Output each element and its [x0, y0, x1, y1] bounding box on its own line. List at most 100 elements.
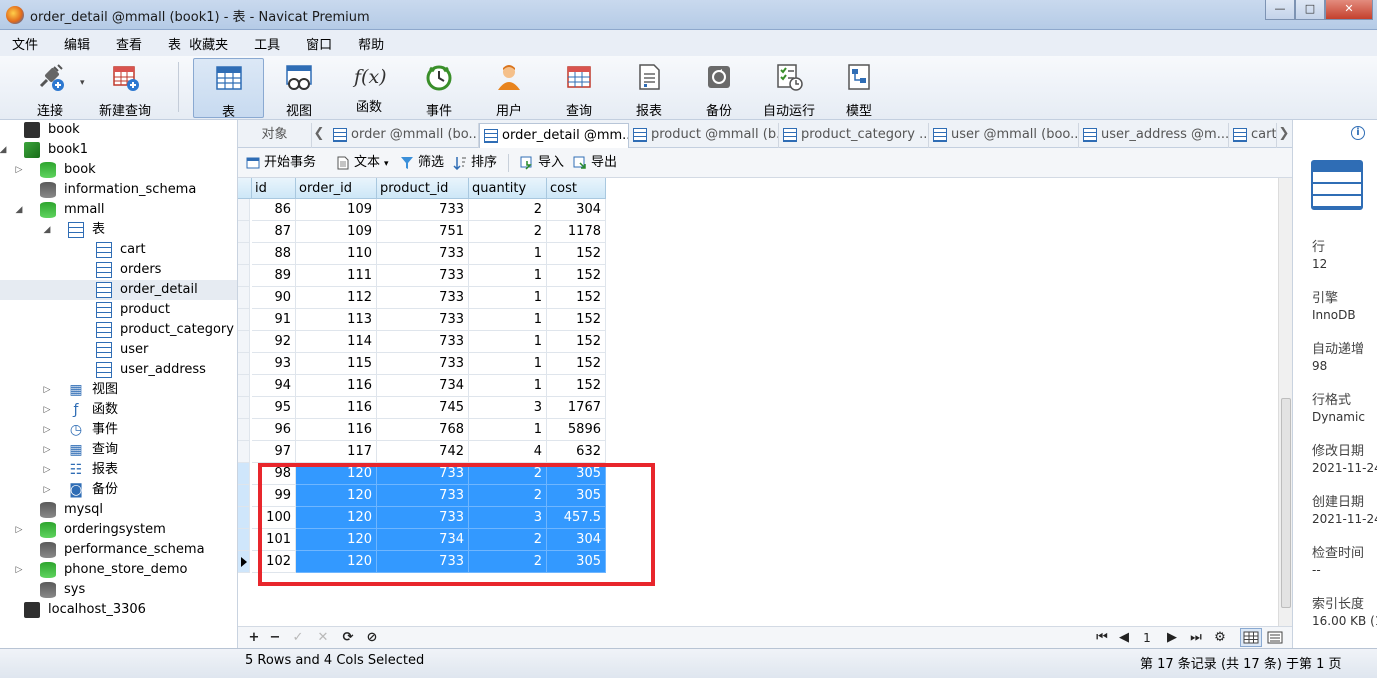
row-selector[interactable]	[238, 441, 250, 463]
column-header-order-id[interactable]: order_id	[296, 178, 377, 199]
cell-cost[interactable]: 152	[547, 309, 606, 331]
connect-dropdown-icon[interactable]: ▾	[80, 78, 85, 88]
column-header-cost[interactable]: cost	[547, 178, 606, 199]
tree-item-user-address[interactable]: user_address	[0, 360, 237, 380]
tree-item-product-category[interactable]: product_category	[0, 320, 237, 340]
expand-toggle-icon[interactable]: ▷	[14, 160, 24, 180]
new-query-button[interactable]: 新建查询	[94, 58, 156, 119]
cell-cost[interactable]: 1767	[547, 397, 606, 419]
cell-cost[interactable]: 304	[547, 199, 606, 221]
row-selector[interactable]	[238, 397, 250, 419]
tree-item-phone-store-demo[interactable]: ▷ phone_store_demo	[0, 560, 237, 580]
table-row[interactable]: 92 114 733 1 152	[238, 331, 606, 353]
expand-toggle-icon[interactable]: ▷	[14, 520, 24, 540]
cell-order-id[interactable]: 116	[296, 397, 377, 419]
cell-cost[interactable]: 457.5	[547, 507, 606, 529]
tree-item-orders[interactable]: orders	[0, 260, 237, 280]
cell-quantity[interactable]: 3	[469, 507, 547, 529]
tree-item-localhost-3306[interactable]: localhost_3306	[0, 600, 237, 620]
cell-quantity[interactable]: 1	[469, 353, 547, 375]
expand-toggle-icon[interactable]: ▷	[42, 420, 52, 440]
table-row[interactable]: 99 120 733 2 305	[238, 485, 606, 507]
cell-id[interactable]: 92	[252, 331, 296, 353]
query-button[interactable]: 查询	[552, 58, 606, 119]
cell-order-id[interactable]: 120	[296, 507, 377, 529]
tree-item-orderingsystem[interactable]: ▷ orderingsystem	[0, 520, 237, 540]
cell-cost[interactable]: 1178	[547, 221, 606, 243]
tab-product[interactable]: product @mmall (b...	[629, 123, 779, 148]
tab-cart[interactable]: cart	[1229, 123, 1277, 148]
tab-order-detail[interactable]: order_detail @mm...	[479, 123, 629, 148]
tree-item-[interactable]: ▷ ƒ 函数	[0, 400, 237, 420]
cell-order-id[interactable]: 116	[296, 375, 377, 397]
menu-table[interactable]: 表	[168, 34, 181, 53]
backup-button[interactable]: 备份	[692, 58, 746, 119]
expand-toggle-icon[interactable]: ◢	[42, 220, 52, 240]
cell-id[interactable]: 100	[252, 507, 296, 529]
cell-order-id[interactable]: 120	[296, 529, 377, 551]
stop-button[interactable]: ⊘	[364, 630, 380, 646]
tab-user[interactable]: user @mmall (boo...	[929, 123, 1079, 148]
expand-toggle-icon[interactable]: ▷	[42, 480, 52, 500]
apply-changes-button[interactable]: ✓	[290, 630, 306, 646]
tree-item-[interactable]: ▷ ☷ 报表	[0, 460, 237, 480]
cell-product-id[interactable]: 745	[377, 397, 469, 419]
connect-button[interactable]: 连接	[22, 58, 78, 119]
table-row[interactable]: 96 116 768 1 5896	[238, 419, 606, 441]
cell-product-id[interactable]: 733	[377, 551, 469, 573]
cell-product-id[interactable]: 768	[377, 419, 469, 441]
minimize-button[interactable]: —	[1265, 0, 1295, 20]
cell-product-id[interactable]: 751	[377, 221, 469, 243]
table-row[interactable]: 102 120 733 2 305	[238, 551, 606, 573]
cell-id[interactable]: 94	[252, 375, 296, 397]
scrollbar-thumb[interactable]	[1281, 398, 1291, 608]
tree-item-book[interactable]: book	[0, 120, 237, 140]
table-row[interactable]: 100 120 733 3 457.5	[238, 507, 606, 529]
tree-item-[interactable]: ▷ ◷ 事件	[0, 420, 237, 440]
cell-product-id[interactable]: 742	[377, 441, 469, 463]
tree-item-sys[interactable]: sys	[0, 580, 237, 600]
expand-toggle-icon[interactable]: ▷	[42, 400, 52, 420]
user-button[interactable]: 用户	[482, 58, 536, 119]
tree-item-mysql[interactable]: mysql	[0, 500, 237, 520]
row-selector[interactable]	[238, 507, 250, 529]
maximize-button[interactable]: □	[1295, 0, 1325, 20]
cell-cost[interactable]: 305	[547, 551, 606, 573]
table-row[interactable]: 98 120 733 2 305	[238, 463, 606, 485]
cell-product-id[interactable]: 733	[377, 485, 469, 507]
import-button[interactable]: 导入	[520, 154, 564, 172]
cell-id[interactable]: 95	[252, 397, 296, 419]
cell-id[interactable]: 96	[252, 419, 296, 441]
cell-order-id[interactable]: 120	[296, 485, 377, 507]
tab-product-category[interactable]: product_category ...	[779, 123, 929, 148]
column-header-quantity[interactable]: quantity	[469, 178, 547, 199]
cell-order-id[interactable]: 113	[296, 309, 377, 331]
form-view-button[interactable]	[1265, 629, 1285, 647]
cell-order-id[interactable]: 120	[296, 463, 377, 485]
next-page-button[interactable]: ▶	[1164, 630, 1180, 646]
cell-order-id[interactable]: 114	[296, 331, 377, 353]
column-header-id[interactable]: id	[252, 178, 296, 199]
view-button[interactable]: 视图	[272, 58, 326, 119]
cell-cost[interactable]: 632	[547, 441, 606, 463]
cell-product-id[interactable]: 733	[377, 199, 469, 221]
tree-item-user[interactable]: user	[0, 340, 237, 360]
cell-order-id[interactable]: 109	[296, 221, 377, 243]
cell-product-id[interactable]: 733	[377, 243, 469, 265]
vertical-scrollbar[interactable]	[1278, 178, 1292, 626]
table-row[interactable]: 90 112 733 1 152	[238, 287, 606, 309]
cell-quantity[interactable]: 2	[469, 551, 547, 573]
cell-id[interactable]: 102	[252, 551, 296, 573]
menu-file[interactable]: 文件	[12, 34, 38, 53]
last-page-button[interactable]: ⏭	[1188, 630, 1204, 646]
cell-id[interactable]: 101	[252, 529, 296, 551]
cell-quantity[interactable]: 1	[469, 331, 547, 353]
table-row[interactable]: 97 117 742 4 632	[238, 441, 606, 463]
auto-run-button[interactable]: 自动运行	[760, 58, 818, 119]
tree-item-cart[interactable]: cart	[0, 240, 237, 260]
table-row[interactable]: 89 111 733 1 152	[238, 265, 606, 287]
cell-order-id[interactable]: 111	[296, 265, 377, 287]
tab-scroll-left-icon[interactable]: ❮	[312, 123, 326, 145]
cell-cost[interactable]: 152	[547, 287, 606, 309]
cell-quantity[interactable]: 2	[469, 463, 547, 485]
